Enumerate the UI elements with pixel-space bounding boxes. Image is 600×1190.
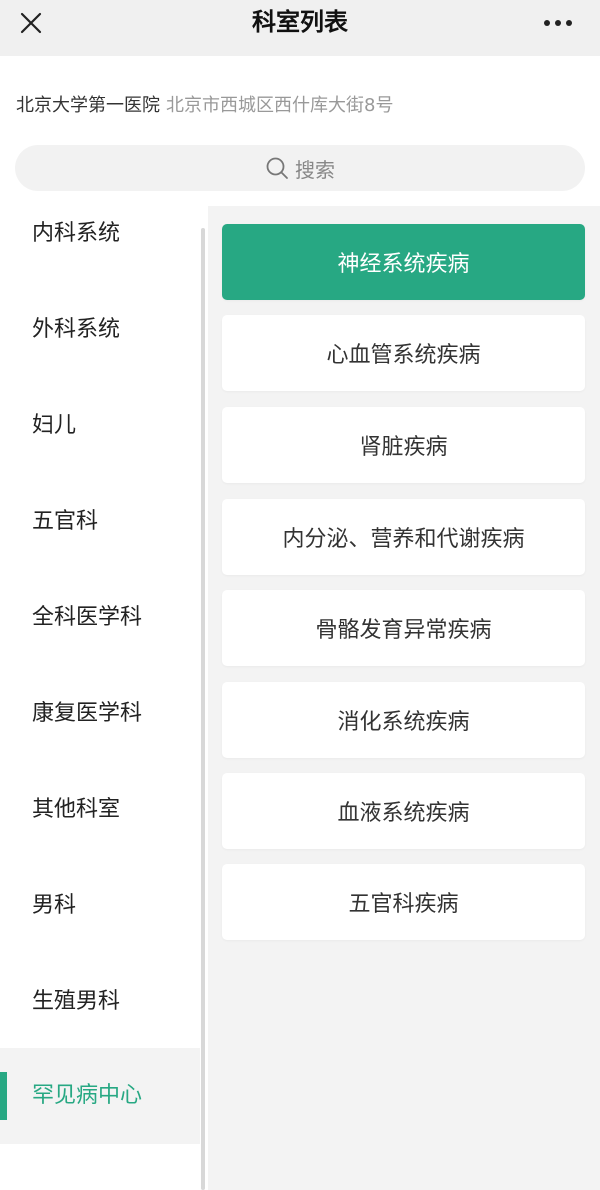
sidebar-item-label: 其他科室 [32,797,121,822]
department-card-cardiovascular[interactable]: 心血管系统疾病 [222,315,585,391]
top-bar: 科室列表 [0,0,600,56]
department-card-kidney[interactable]: 肾脏疾病 [222,407,585,483]
department-card-digestive[interactable]: 消化系统疾病 [222,682,585,758]
sidebar-item-ent[interactable]: 五官科 [0,474,200,570]
more-button[interactable] [530,6,586,40]
hospital-name: 北京大学第一医院 [16,95,160,116]
department-card-ent-diseases[interactable]: 五官科疾病 [222,864,585,940]
hospital-address: 北京市西城区西什库大街8号 [166,95,394,116]
search-placeholder: 搜索 [295,157,335,182]
department-label: 骨骼发育异常疾病 [315,618,492,643]
sidebar-item-general-practice[interactable]: 全科医学科 [0,570,200,666]
department-label: 神经系统疾病 [337,252,470,277]
sidebar-item-label: 男科 [32,893,77,918]
department-label: 五官科疾病 [348,892,459,917]
sidebar-item-label: 全科医学科 [32,605,143,630]
sidebar-item-other-departments[interactable]: 其他科室 [0,762,200,858]
department-card-endocrine-metabolic[interactable]: 内分泌、营养和代谢疾病 [222,499,585,575]
sidebar-item-label: 五官科 [32,509,99,534]
department-card-skeletal-dysplasia[interactable]: 骨骼发育异常疾病 [222,590,585,666]
search-bar[interactable]: 搜索 [15,145,585,191]
department-card-blood[interactable]: 血液系统疾病 [222,773,585,849]
sidebar-item-label: 罕见病中心 [32,1083,143,1108]
sidebar-item-surgery[interactable]: 外科系统 [0,282,200,378]
sidebar-item-label: 康复医学科 [32,701,143,726]
department-label: 消化系统疾病 [337,710,470,735]
category-sidebar: 内科系统 外科系统 妇儿 五官科 全科医学科 康复医学科 其他科室 男科 生殖男… [0,206,208,1190]
sidebar-item-rehabilitation[interactable]: 康复医学科 [0,666,200,762]
close-button[interactable] [14,6,48,40]
sidebar-item-reproductive-andrology[interactable]: 生殖男科 [0,954,200,1050]
department-card-neurological[interactable]: 神经系统疾病 [222,224,585,300]
sidebar-item-label: 妇儿 [32,413,77,438]
sidebar-item-internal-medicine[interactable]: 内科系统 [0,186,200,282]
department-label: 内分泌、营养和代谢疾病 [282,527,525,552]
hospital-info: 北京大学第一医院 北京市西城区西什库大街8号 [16,92,393,120]
sidebar-scrollbar[interactable] [201,228,205,1190]
search-icon [266,157,288,179]
sidebar-item-obstetrics-pediatrics[interactable]: 妇儿 [0,378,200,474]
department-label: 心血管系统疾病 [326,343,481,368]
active-indicator [0,1072,7,1120]
department-label: 肾脏疾病 [359,435,448,460]
close-icon [20,12,42,34]
sidebar-item-label: 外科系统 [32,317,121,342]
sidebar-item-label: 生殖男科 [32,989,121,1014]
department-label: 血液系统疾病 [337,801,470,826]
sidebar-item-andrology[interactable]: 男科 [0,858,200,954]
page-title: 科室列表 [252,8,348,36]
sidebar-item-label: 内科系统 [32,221,121,246]
department-list: 神经系统疾病 心血管系统疾病 肾脏疾病 内分泌、营养和代谢疾病 骨骼发育异常疾病… [208,206,600,1190]
more-dots-icon [544,20,572,26]
sidebar-item-rare-disease-center[interactable]: 罕见病中心 [0,1048,200,1144]
